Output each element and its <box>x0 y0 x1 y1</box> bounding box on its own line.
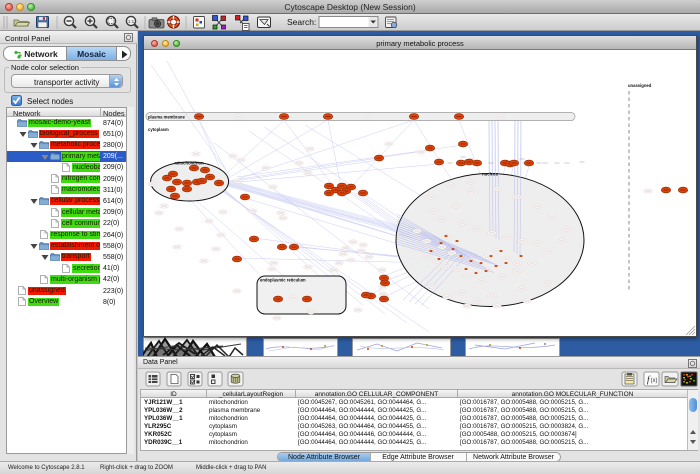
svg-text:endoplasmic reticulum: endoplasmic reticulum <box>260 278 306 283</box>
svg-text:Search:: Search: <box>287 17 316 27</box>
svg-text:1:1: 1:1 <box>128 19 135 24</box>
svg-text:plasma membrane: plasma membrane <box>148 115 185 120</box>
svg-text:cytoplasm: cytoplasm <box>148 127 169 132</box>
svg-text:nucleus: nucleus <box>482 172 498 177</box>
svg-text:(x): (x) <box>651 378 658 384</box>
svg-text:unassigned: unassigned <box>628 83 652 88</box>
svg-text:mitochondrion: mitochondrion <box>174 161 204 166</box>
